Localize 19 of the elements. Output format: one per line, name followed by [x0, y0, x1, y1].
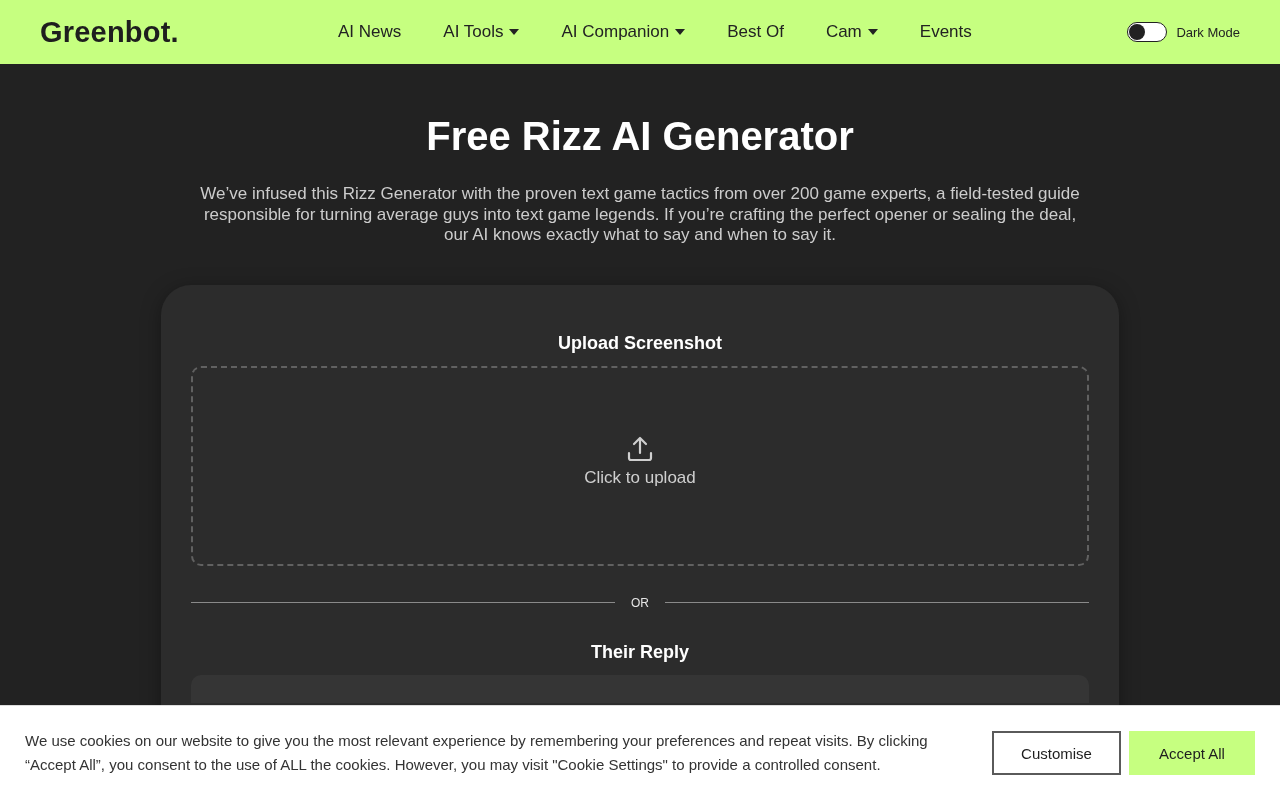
customise-button[interactable]: Customise	[992, 731, 1121, 775]
nav-link[interactable]: AI Companion	[561, 22, 686, 42]
upload-dropzone[interactable]: Click to upload	[191, 365, 1089, 566]
section-heading: Their Reply	[591, 640, 689, 663]
nav-link[interactable]: AI News	[338, 22, 402, 42]
toggle-label: Dark Mode	[1176, 24, 1240, 40]
accept-button[interactable]: Accept All	[1129, 731, 1255, 775]
nav-link[interactable]: AI Tools	[443, 22, 520, 42]
intro-text: We’ve infused this Rizz Generator with the proven text game tactics from over 200 game experts, a field-tested guide responsible for turning average guys into text game legends. If you’re crafting the perfect opener or sealing the deal, our AI knows exactly what to say and when to say it.	[199, 184, 1081, 246]
upload-icon	[627, 435, 653, 462]
site-logo[interactable]: Greenbot.	[40, 15, 179, 49]
nav-link[interactable]: Cam	[825, 22, 878, 42]
cookie-notice-text: We use cookies on our website to give you the most relevant experience by remembering your preferences and repeat visits. By clicking “Accept All”, you consent to the use of ALL the cookies. However, you may visit "Cookie Settings" to provide a controlled consent.	[25, 731, 929, 775]
section-heading: Upload Screenshot	[558, 331, 722, 354]
divider-label: OR	[631, 594, 649, 611]
page-title: Free Rizz AI Generator	[426, 113, 854, 160]
dark-mode-toggle[interactable]	[1127, 22, 1168, 42]
nav-link[interactable]: Events	[919, 22, 972, 42]
nav-link[interactable]: Best Of	[727, 22, 784, 42]
